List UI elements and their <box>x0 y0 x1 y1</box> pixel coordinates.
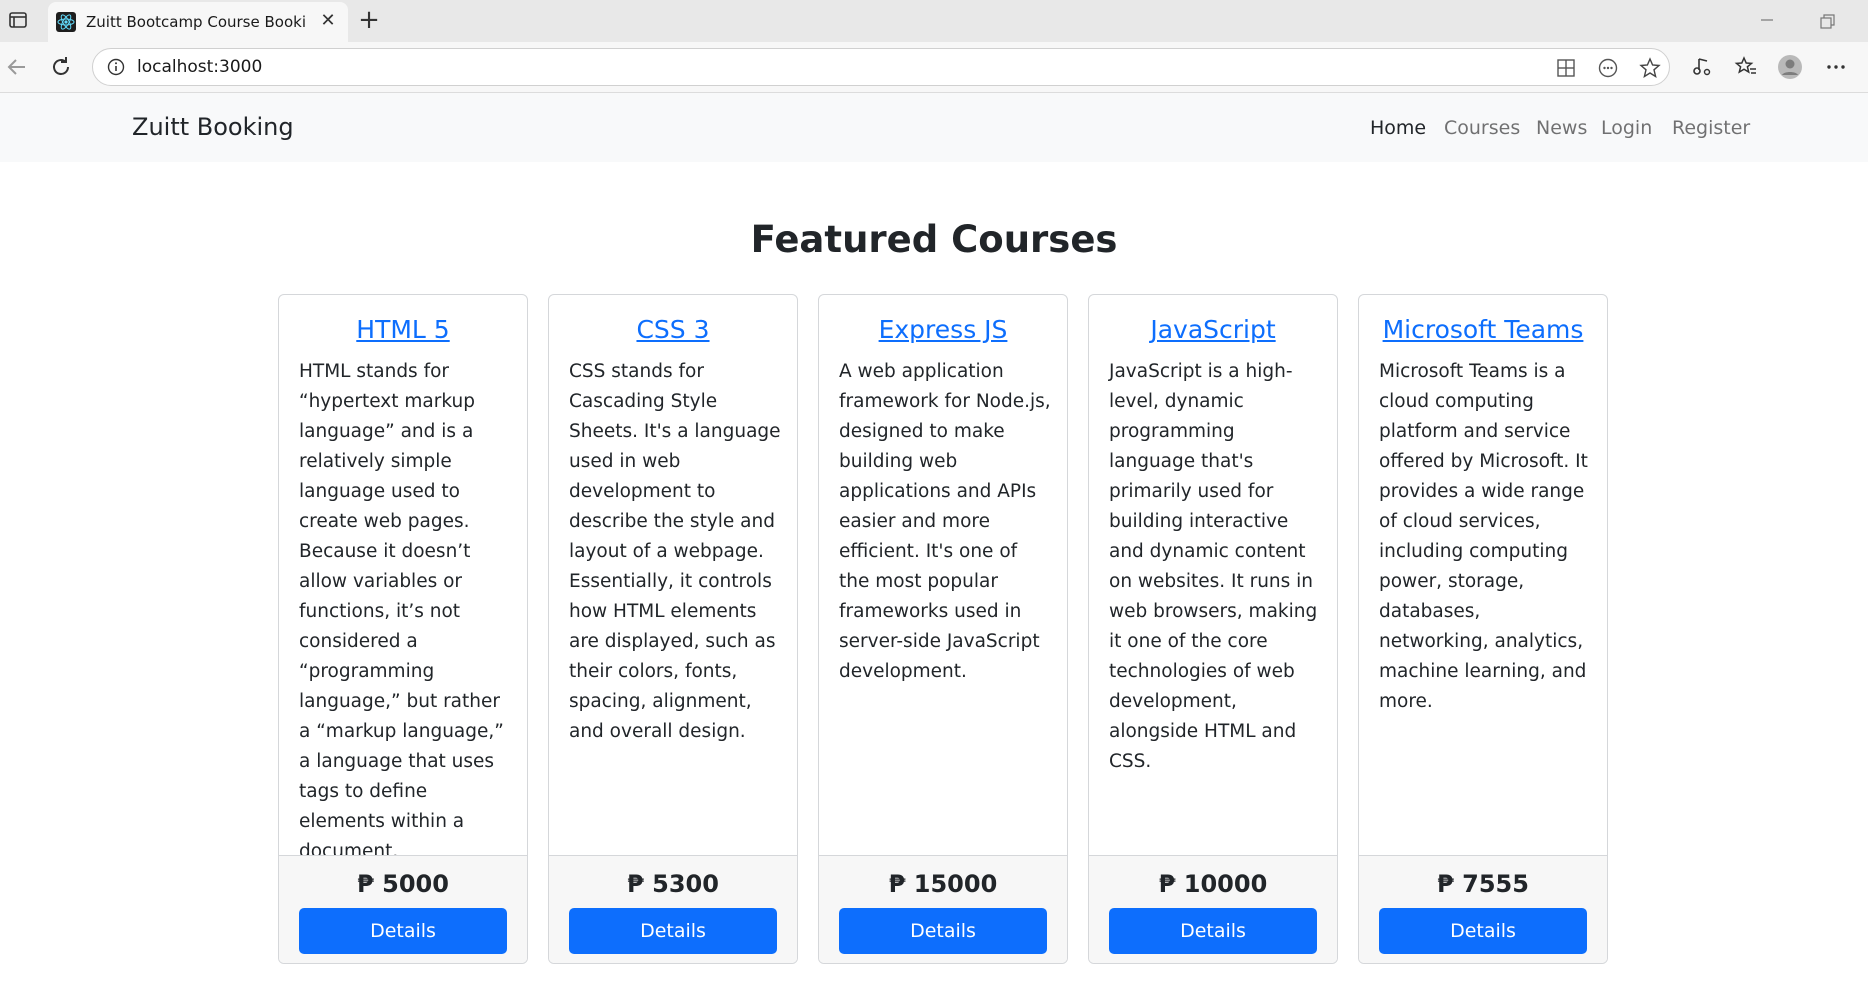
page-title: Featured Courses <box>750 218 1118 261</box>
course-description: Microsoft Teams is a cloud computing pla… <box>1379 361 1588 712</box>
card-footer: ₱ 5000 Details <box>279 855 527 963</box>
course-price: ₱ 7555 <box>1437 870 1529 898</box>
tab-actions-icon[interactable] <box>8 10 28 30</box>
restore-window-icon[interactable] <box>1812 10 1842 34</box>
featured-courses-grid: HTML 5 HTML stands for “hypertext markup… <box>278 294 1608 964</box>
app-navbar: Zuitt Booking Home Courses News Login Re… <box>0 93 1868 162</box>
course-description: A web application framework for Node.js,… <box>839 361 1051 682</box>
card-footer: ₱ 5300 Details <box>549 855 797 963</box>
reading-mode-icon[interactable] <box>1597 57 1619 79</box>
nav-link-home[interactable]: Home <box>1370 117 1426 139</box>
course-card: JavaScript JavaScript is a high-level, d… <box>1088 294 1338 964</box>
details-button[interactable]: Details <box>299 908 507 954</box>
browser-tab[interactable]: Zuitt Bootcamp Course Booking S ✕ <box>48 2 348 42</box>
card-footer: ₱ 7555 Details <box>1359 855 1607 963</box>
site-info-icon[interactable] <box>107 58 125 76</box>
tab-close-icon[interactable]: ✕ <box>318 11 338 31</box>
course-card: Microsoft Teams Microsoft Teams is a clo… <box>1358 294 1608 964</box>
course-card: CSS 3 CSS stands for Cascading Style She… <box>548 294 798 964</box>
tab-title: Zuitt Bootcamp Course Booking S <box>86 13 306 31</box>
back-arrow-icon[interactable] <box>4 54 30 80</box>
course-price: ₱ 10000 <box>1158 870 1268 898</box>
course-title-link[interactable]: HTML 5 <box>279 315 527 344</box>
details-button[interactable]: Details <box>569 908 777 954</box>
course-title-link[interactable]: Microsoft Teams <box>1359 315 1607 344</box>
card-footer: ₱ 15000 Details <box>819 855 1067 963</box>
browser-toolbar: localhost:3000 <box>0 42 1868 93</box>
browser-tab-bar: Zuitt Bootcamp Course Booking S ✕ + <box>0 0 1868 42</box>
favorite-star-icon[interactable] <box>1639 57 1661 79</box>
minimize-icon[interactable] <box>1752 8 1782 32</box>
details-button[interactable]: Details <box>1109 908 1317 954</box>
nav-link-courses[interactable]: Courses <box>1444 117 1520 139</box>
address-bar[interactable]: localhost:3000 <box>92 48 1670 86</box>
react-favicon-icon <box>56 12 76 32</box>
course-description: HTML stands for “hypertext markup langua… <box>299 361 504 862</box>
course-title-link[interactable]: CSS 3 <box>549 315 797 344</box>
card-footer: ₱ 10000 Details <box>1089 855 1337 963</box>
media-control-icon[interactable] <box>1690 55 1714 79</box>
course-card: HTML 5 HTML stands for “hypertext markup… <box>278 294 528 964</box>
course-title-link[interactable]: JavaScript <box>1089 315 1337 344</box>
details-button[interactable]: Details <box>839 908 1047 954</box>
course-description: JavaScript is a high-level, dynamic prog… <box>1109 361 1318 772</box>
app-grid-icon[interactable] <box>1555 57 1577 79</box>
course-price: ₱ 5300 <box>627 870 719 898</box>
course-description: CSS stands for Cascading Style Sheets. I… <box>569 361 781 742</box>
nav-link-register[interactable]: Register <box>1672 117 1750 139</box>
course-price: ₱ 5000 <box>357 870 449 898</box>
reload-icon[interactable] <box>48 54 74 80</box>
profile-avatar-icon[interactable] <box>1778 55 1802 79</box>
nav-link-news[interactable]: News <box>1536 117 1587 139</box>
url-text[interactable]: localhost:3000 <box>137 57 262 77</box>
course-card: Express JS A web application framework f… <box>818 294 1068 964</box>
favorites-list-icon[interactable] <box>1734 55 1758 79</box>
course-title-link[interactable]: Express JS <box>819 315 1067 344</box>
new-tab-button[interactable]: + <box>354 6 384 36</box>
more-options-icon[interactable] <box>1824 55 1848 79</box>
course-price: ₱ 15000 <box>888 870 998 898</box>
brand-logo[interactable]: Zuitt Booking <box>132 113 294 141</box>
details-button[interactable]: Details <box>1379 908 1587 954</box>
nav-link-login[interactable]: Login <box>1601 117 1652 139</box>
